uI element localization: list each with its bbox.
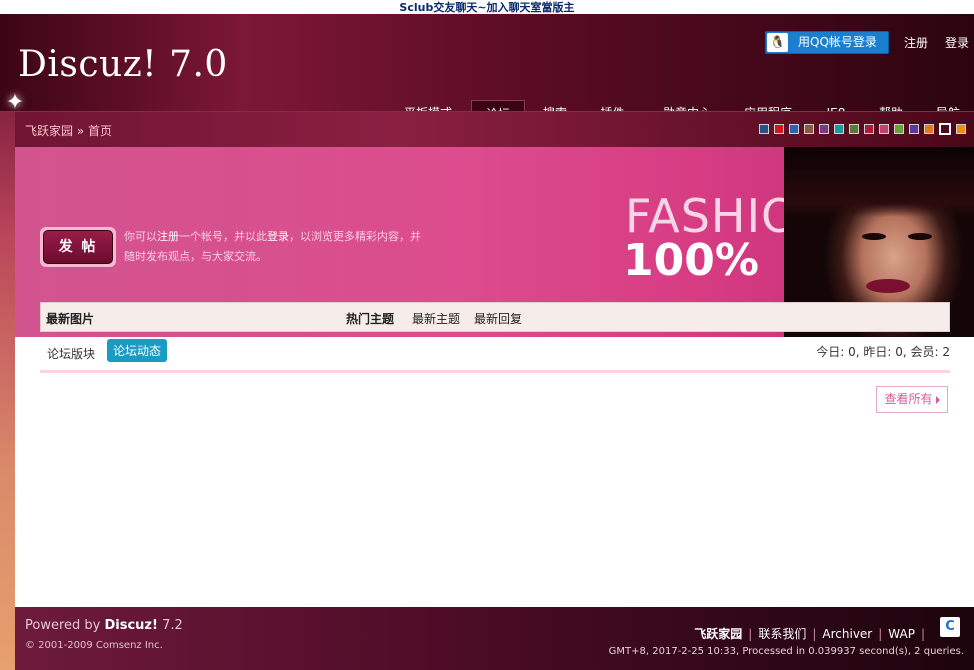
color-swatch[interactable]: [759, 124, 769, 134]
breadcrumb-bar: 飞跃家园 » 首页: [15, 112, 974, 147]
site-footer: Powered by Discuz! 7.2 © 2001-2009 Comse…: [15, 607, 974, 670]
model-lips: [866, 279, 910, 293]
intro-login-link[interactable]: 登录: [267, 230, 289, 243]
section-divider: [40, 370, 950, 373]
qq-penguin-icon: 🐧: [767, 33, 788, 52]
footer-timestamp: GMT+8, 2017-2-25 10:33, Processed in 0.0…: [608, 646, 964, 657]
footer-site-link[interactable]: 飞跃家园: [694, 627, 742, 641]
register-link[interactable]: 注册: [904, 34, 928, 51]
announcement-link[interactable]: Sclub交友聊天~加入聊天室當版主: [399, 1, 574, 14]
color-swatch[interactable]: [819, 124, 829, 134]
tab-forum-sections[interactable]: 论坛版块: [47, 345, 95, 362]
color-swatch[interactable]: [924, 124, 934, 134]
guest-intro-text: 你可以注册一个帐号，并以此登录，以浏览更多精彩内容，并随时发布观点，与大家交流。: [124, 227, 424, 267]
top-announcement-bar: Sclub交友聊天~加入聊天室當版主: [0, 0, 974, 14]
model-hair: [784, 147, 974, 217]
footer-separator: |: [920, 627, 925, 641]
color-swatch[interactable]: [894, 124, 904, 134]
tab-forum-activity[interactable]: 论坛动态: [107, 339, 168, 362]
content-tabs-bar: 最新图片 热门主题 最新主题 最新回复: [40, 302, 950, 332]
login-link[interactable]: 登录: [945, 34, 969, 51]
intro-text-2: 一个帐号，并以此: [179, 230, 267, 243]
tab-hot-topics[interactable]: 热门主题: [346, 310, 394, 327]
breadcrumb: 飞跃家园 » 首页: [25, 122, 112, 139]
discuz-link[interactable]: Discuz!: [104, 618, 157, 633]
new-post-button[interactable]: 发 帖: [40, 227, 116, 267]
view-all-button[interactable]: 查看所有: [876, 386, 948, 413]
color-swatch[interactable]: [956, 124, 966, 134]
footer-separator: |: [812, 627, 817, 641]
forum-stats: 今日: 0, 昨日: 0, 会员: 2: [816, 345, 950, 359]
copyright: © 2001-2009 Comsenz Inc.: [25, 640, 163, 651]
intro-register-link[interactable]: 注册: [157, 230, 179, 243]
color-swatch[interactable]: [879, 124, 889, 134]
breadcrumb-separator: »: [76, 124, 85, 138]
breadcrumb-home-link[interactable]: 飞跃家园: [25, 124, 73, 138]
banner-percent-text: 100%: [623, 235, 759, 286]
footer-links: 飞跃家园 | 联系我们 | Archiver | WAP |: [694, 625, 931, 642]
site-logo[interactable]: Discuz! 7.0: [18, 44, 228, 85]
view-all-label: 查看所有: [884, 392, 933, 406]
footer-wap-link[interactable]: WAP: [888, 627, 915, 641]
main-content: 论坛版块 论坛动态 今日: 0, 昨日: 0, 会员: 2 查看所有: [15, 337, 974, 607]
footer-archiver-link[interactable]: Archiver: [822, 627, 872, 641]
color-swatch[interactable]: [774, 124, 784, 134]
tab-new-replies[interactable]: 最新回复: [474, 310, 522, 327]
footer-separator: |: [878, 627, 883, 641]
tab-latest-images[interactable]: 最新图片: [46, 310, 94, 327]
site-header: Discuz! 7.0 🐧 用QQ帐号登录 注册 登录 平板模式 论坛 搜索 插…: [0, 14, 974, 126]
color-swatch[interactable]: [939, 123, 951, 135]
model-eye-right: [908, 233, 932, 240]
tab-new-topics[interactable]: 最新主题: [412, 310, 460, 327]
cnzz-stats-icon[interactable]: C: [940, 617, 960, 637]
color-swatch[interactable]: [849, 124, 859, 134]
powered-prefix: Powered by: [25, 618, 105, 633]
powered-version: 7.2: [157, 618, 183, 633]
powered-by: Powered by Discuz! 7.2: [25, 618, 183, 633]
color-swatch[interactable]: [864, 124, 874, 134]
color-swatch[interactable]: [804, 124, 814, 134]
footer-separator: |: [748, 627, 753, 641]
qq-login-label: 用QQ帐号登录: [798, 35, 877, 49]
chevron-right-icon: [935, 395, 940, 404]
new-post-label: 发 帖: [43, 230, 113, 264]
footer-contact-link[interactable]: 联系我们: [758, 627, 806, 641]
breadcrumb-current: 首页: [88, 124, 113, 138]
color-swatch[interactable]: [789, 124, 799, 134]
color-swatch[interactable]: [834, 124, 844, 134]
qq-login-button[interactable]: 🐧 用QQ帐号登录: [765, 31, 889, 54]
intro-text-1: 你可以: [124, 230, 157, 243]
color-swatch[interactable]: [909, 124, 919, 134]
color-theme-swatches: [754, 123, 966, 136]
model-eye-left: [862, 233, 886, 240]
